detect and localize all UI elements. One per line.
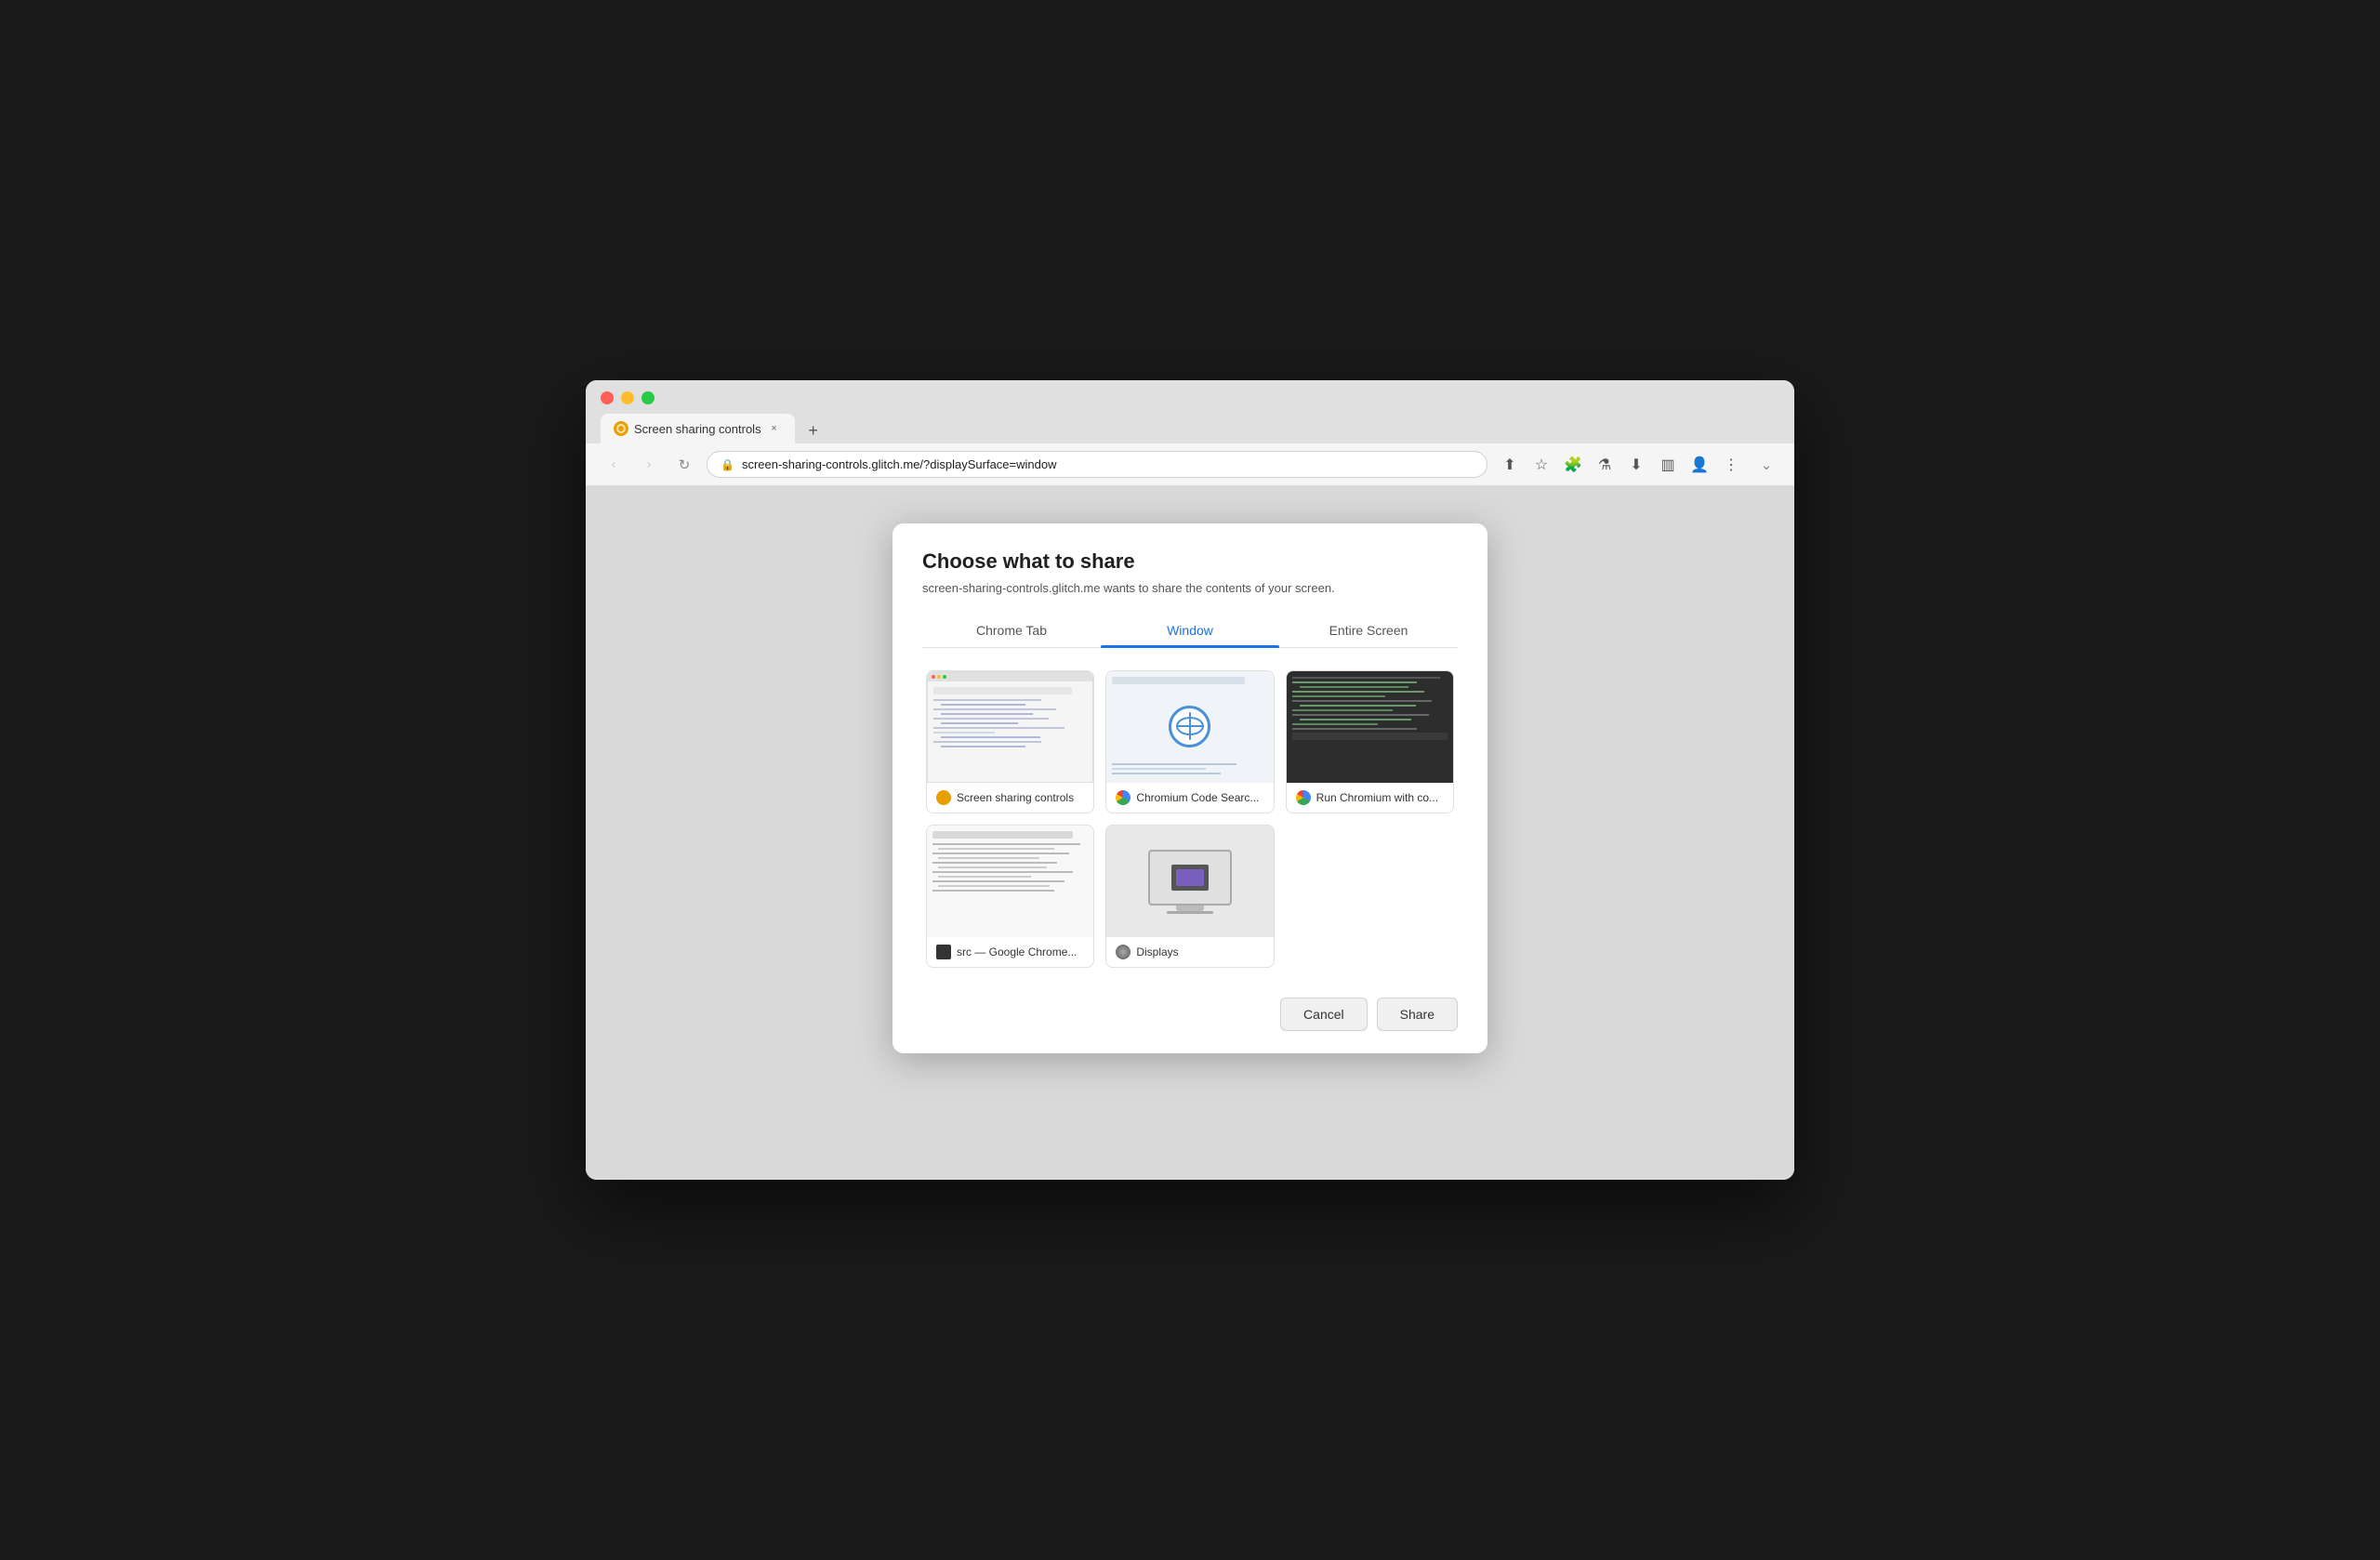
- bookmark-icon[interactable]: ☆: [1528, 452, 1554, 478]
- window-label-text-4: src — Google Chrome...: [957, 945, 1077, 958]
- window-thumbnail-5: [1106, 826, 1273, 937]
- window-favicon-1: [936, 790, 951, 805]
- close-button[interactable]: [601, 391, 614, 404]
- window-favicon-5: [1116, 945, 1130, 959]
- menu-icon[interactable]: ⋮: [1718, 452, 1744, 478]
- window-item-run-chromium[interactable]: Run Chromium with co...: [1286, 670, 1454, 813]
- window-item-displays[interactable]: Displays: [1105, 825, 1274, 968]
- windows-grid-bottom: src — Google Chrome...: [922, 821, 1458, 975]
- sidebar-icon[interactable]: ▥: [1655, 452, 1681, 478]
- share-button[interactable]: Share: [1377, 998, 1458, 1031]
- window-label-1: Screen sharing controls: [927, 783, 1093, 813]
- reload-button[interactable]: ↻: [671, 452, 697, 478]
- empty-grid-slot: [1286, 825, 1454, 968]
- dialog-title: Choose what to share: [922, 549, 1458, 574]
- window-favicon-4: [936, 945, 951, 959]
- minimize-button[interactable]: [621, 391, 634, 404]
- maximize-button[interactable]: [641, 391, 654, 404]
- lab-icon[interactable]: ⚗: [1592, 452, 1618, 478]
- window-label-text-3: Run Chromium with co...: [1316, 791, 1438, 804]
- window-favicon-2: [1116, 790, 1130, 805]
- back-button[interactable]: ‹: [601, 452, 627, 478]
- tab-window[interactable]: Window: [1101, 614, 1279, 647]
- window-label-text-5: Displays: [1136, 945, 1178, 958]
- title-bar: Screen sharing controls × +: [586, 380, 1794, 443]
- windows-grid-top: Screen sharing controls: [922, 663, 1458, 821]
- window-item-chromium-search[interactable]: Chromium Code Searc...: [1105, 670, 1274, 813]
- download-icon[interactable]: ⬇: [1623, 452, 1649, 478]
- cancel-button[interactable]: Cancel: [1280, 998, 1368, 1031]
- window-label-2: Chromium Code Searc...: [1106, 783, 1273, 813]
- window-item-screen-sharing[interactable]: Screen sharing controls: [926, 670, 1094, 813]
- dropdown-button[interactable]: ⌄: [1753, 452, 1779, 478]
- forward-button[interactable]: ›: [636, 452, 662, 478]
- dialog-footer: Cancel Share: [922, 994, 1458, 1031]
- window-label-4: src — Google Chrome...: [927, 937, 1093, 967]
- share-tabs: Chrome Tab Window Entire Screen: [922, 614, 1458, 648]
- active-tab[interactable]: Screen sharing controls ×: [601, 414, 795, 443]
- traffic-lights: [601, 391, 1779, 404]
- window-favicon-3: [1296, 790, 1311, 805]
- nav-bar: ‹ › ↻ 🔒 screen-sharing-controls.glitch.m…: [586, 443, 1794, 486]
- window-label-5: Displays: [1106, 937, 1273, 967]
- share-dialog: Choose what to share screen-sharing-cont…: [892, 523, 1488, 1053]
- browser-window: Screen sharing controls × + ‹ › ↻ 🔒 scre…: [586, 380, 1794, 1180]
- window-thumbnail-4: [927, 826, 1093, 937]
- address-bar[interactable]: 🔒 screen-sharing-controls.glitch.me/?dis…: [707, 451, 1488, 478]
- address-text: screen-sharing-controls.glitch.me/?displ…: [742, 457, 1474, 471]
- dialog-subtitle: screen-sharing-controls.glitch.me wants …: [922, 581, 1458, 595]
- window-thumbnail-2: [1106, 671, 1273, 783]
- tab-entire-screen[interactable]: Entire Screen: [1279, 614, 1458, 647]
- tab-title: Screen sharing controls: [634, 422, 761, 436]
- window-thumbnail-1: [927, 671, 1093, 783]
- lock-icon: 🔒: [721, 458, 734, 471]
- profile-icon[interactable]: 👤: [1686, 452, 1712, 478]
- tab-chrome-tab[interactable]: Chrome Tab: [922, 614, 1101, 647]
- browser-content: Choose what to share screen-sharing-cont…: [586, 486, 1794, 1180]
- window-label-text-1: Screen sharing controls: [957, 791, 1074, 804]
- window-thumbnail-3: [1287, 671, 1453, 783]
- window-label-text-2: Chromium Code Searc...: [1136, 791, 1259, 804]
- new-tab-button[interactable]: +: [800, 417, 826, 443]
- window-item-src[interactable]: src — Google Chrome...: [926, 825, 1094, 968]
- tab-close-button[interactable]: ×: [767, 421, 782, 436]
- toolbar-icons: ⬆ ☆ 🧩 ⚗ ⬇ ▥ 👤 ⋮: [1497, 452, 1744, 478]
- tab-favicon: [614, 421, 628, 436]
- share-icon[interactable]: ⬆: [1497, 452, 1523, 478]
- extensions-icon[interactable]: 🧩: [1560, 452, 1586, 478]
- window-label-3: Run Chromium with co...: [1287, 783, 1453, 813]
- tab-bar: Screen sharing controls × +: [601, 414, 1779, 443]
